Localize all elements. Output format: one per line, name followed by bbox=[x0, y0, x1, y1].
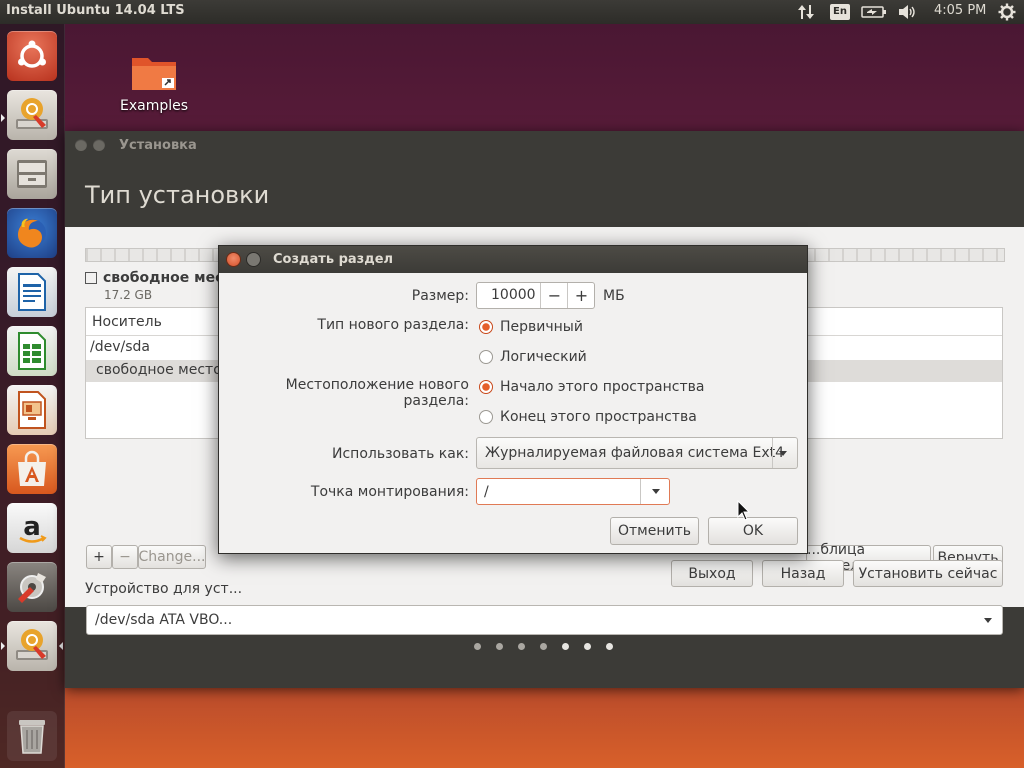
network-transfer-icon[interactable] bbox=[797, 3, 815, 21]
active-window-title: Install Ubuntu 14.04 LTS bbox=[6, 3, 185, 18]
volume-icon[interactable] bbox=[897, 3, 917, 21]
quit-button[interactable]: Выход bbox=[671, 560, 753, 587]
progress-dot bbox=[496, 643, 503, 650]
cancel-button[interactable]: Отменить bbox=[610, 517, 699, 545]
minimize-button[interactable] bbox=[93, 139, 105, 151]
system-settings-icon[interactable] bbox=[7, 562, 57, 612]
ok-button[interactable]: OK bbox=[708, 517, 798, 545]
dialog-titlebar: Создать раздел bbox=[219, 246, 807, 273]
top-panel: Install Ubuntu 14.04 LTS En 4:05 PM bbox=[0, 0, 1024, 24]
table-row-device[interactable]: /dev/sda bbox=[90, 339, 150, 355]
location-start-label[interactable]: Начало этого пространства bbox=[500, 379, 704, 395]
installer-icon[interactable] bbox=[7, 90, 57, 140]
firefox-icon[interactable] bbox=[7, 208, 57, 258]
amazon-icon[interactable]: a bbox=[7, 503, 57, 553]
chevron-down-icon bbox=[779, 451, 787, 456]
legend-swatch bbox=[85, 272, 97, 284]
size-value[interactable]: 10000 bbox=[491, 287, 536, 303]
type-logical-radio[interactable] bbox=[479, 350, 493, 364]
size-label: Размер: bbox=[411, 288, 469, 304]
use-as-label: Использовать как: bbox=[332, 446, 469, 462]
install-now-button[interactable]: Установить сейчас bbox=[853, 560, 1003, 587]
size-spinbox[interactable]: 10000 − + bbox=[476, 282, 595, 309]
examples-folder[interactable]: Examples bbox=[117, 52, 191, 114]
type-primary-radio[interactable] bbox=[479, 320, 493, 334]
mount-point-combobox[interactable]: / bbox=[476, 478, 670, 505]
battery-icon[interactable] bbox=[861, 3, 887, 21]
location-start-radio[interactable] bbox=[479, 380, 493, 394]
location-end-radio[interactable] bbox=[479, 410, 493, 424]
launcher-running-indicator bbox=[1, 114, 5, 122]
progress-dot bbox=[540, 643, 547, 650]
settings-gear-icon[interactable] bbox=[998, 3, 1016, 21]
mount-point-value[interactable]: / bbox=[484, 484, 489, 500]
bootloader-label: Устройство для уст... bbox=[85, 581, 243, 597]
page-title: Тип установки bbox=[85, 181, 270, 209]
svg-text:a: a bbox=[23, 512, 41, 542]
ubuntu-software-center-icon[interactable] bbox=[7, 444, 57, 494]
use-as-value: Журналируемая файловая система Ext4 bbox=[485, 445, 785, 461]
chevron-down-icon bbox=[984, 618, 992, 623]
mount-point-label: Точка монтирования: bbox=[310, 484, 469, 500]
bootloader-device-select[interactable]: /dev/sda ATA VBO... bbox=[86, 605, 1003, 635]
change-partition-button[interactable]: Change... bbox=[138, 545, 206, 569]
create-partition-dialog: Создать раздел Размер: 10000 − + МБ Тип … bbox=[218, 245, 808, 554]
dialog-title: Создать раздел bbox=[273, 252, 394, 267]
keyboard-layout-icon[interactable]: En bbox=[830, 4, 850, 20]
use-as-select[interactable]: Журналируемая файловая система Ext4 bbox=[476, 437, 798, 469]
size-decrement-button[interactable]: − bbox=[540, 283, 568, 308]
launcher-running-indicator bbox=[1, 642, 5, 650]
column-device[interactable]: Носитель bbox=[92, 314, 162, 330]
installer-titlebar: Установка bbox=[65, 131, 1024, 159]
examples-folder-label: Examples bbox=[119, 98, 189, 114]
add-partition-button[interactable]: + bbox=[86, 545, 112, 569]
size-increment-button[interactable]: + bbox=[567, 283, 595, 308]
close-button[interactable] bbox=[75, 139, 87, 151]
libreoffice-impress-icon[interactable] bbox=[7, 385, 57, 435]
free-space-size: 17.2 GB bbox=[104, 288, 153, 302]
location-label: Местоположение нового раздела: bbox=[285, 377, 469, 409]
libreoffice-writer-icon[interactable] bbox=[7, 267, 57, 317]
close-icon[interactable] bbox=[227, 253, 240, 266]
libreoffice-calc-icon[interactable] bbox=[7, 326, 57, 376]
remove-partition-button[interactable]: − bbox=[112, 545, 138, 569]
table-row-free: свободное место bbox=[96, 362, 222, 378]
partition-type-label: Тип нового раздела: bbox=[317, 317, 469, 333]
location-end-label[interactable]: Конец этого пространства bbox=[500, 409, 697, 425]
size-unit: МБ bbox=[603, 288, 625, 304]
installer-window-title: Установка bbox=[119, 138, 197, 153]
progress-dot-current bbox=[562, 643, 569, 650]
ubuntu-dash-icon[interactable] bbox=[7, 31, 57, 81]
clock[interactable]: 4:05 PM bbox=[934, 3, 986, 18]
type-primary-label[interactable]: Первичный bbox=[500, 319, 583, 335]
folder-icon bbox=[132, 58, 176, 90]
progress-dot bbox=[606, 643, 613, 650]
files-icon[interactable] bbox=[7, 149, 57, 199]
launcher-focused-indicator bbox=[59, 642, 63, 650]
launcher: a bbox=[0, 24, 65, 768]
progress-dot bbox=[584, 643, 591, 650]
minimize-icon[interactable] bbox=[247, 253, 260, 266]
installer-active-icon[interactable] bbox=[7, 621, 57, 671]
mouse-cursor-icon bbox=[737, 500, 751, 521]
trash-icon[interactable] bbox=[7, 711, 57, 761]
select-divider bbox=[772, 438, 773, 468]
bootloader-device-value: /dev/sda ATA VBO... bbox=[95, 612, 233, 628]
type-logical-label[interactable]: Логический bbox=[500, 349, 587, 365]
progress-dot bbox=[518, 643, 525, 650]
chevron-down-icon[interactable] bbox=[652, 489, 660, 494]
progress-dot bbox=[474, 643, 481, 650]
back-button[interactable]: Назад bbox=[762, 560, 844, 587]
combobox-divider bbox=[640, 479, 641, 504]
